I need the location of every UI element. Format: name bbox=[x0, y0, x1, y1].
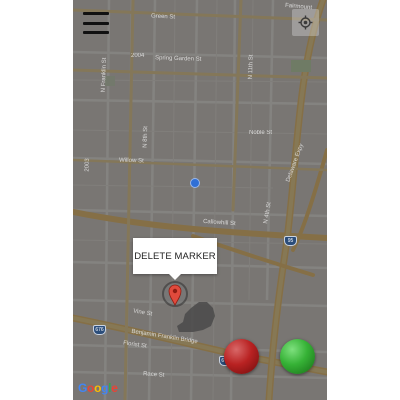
delete-marker-label: DELETE MARKER bbox=[134, 250, 216, 262]
google-letter: G bbox=[78, 381, 88, 395]
my-location-button[interactable] bbox=[292, 9, 319, 36]
route-label-2004: 2004 bbox=[131, 53, 145, 59]
menu-bar-bottom bbox=[83, 31, 109, 34]
street-label-green-st: Green St bbox=[150, 13, 176, 21]
crosshair-locate-icon bbox=[298, 15, 313, 30]
route-label-2003: 2003 bbox=[84, 158, 91, 172]
google-letter: e bbox=[111, 381, 118, 395]
street-label-n-franklin-st: N Franklin St bbox=[100, 57, 108, 93]
interstate-95-shield: 95 bbox=[284, 236, 297, 246]
menu-bar-middle bbox=[83, 21, 109, 25]
green-action-button[interactable] bbox=[280, 339, 315, 374]
current-location-dot bbox=[190, 178, 200, 188]
interstate-676-shield: 676 bbox=[93, 325, 106, 335]
red-action-button[interactable] bbox=[224, 339, 259, 374]
street-label-n-11th-st: N 11th St bbox=[247, 54, 255, 80]
delete-marker-button[interactable]: DELETE MARKER bbox=[133, 238, 217, 274]
street-label-willow-st: Willow St bbox=[118, 157, 144, 165]
hamburger-menu-icon[interactable] bbox=[83, 12, 109, 34]
google-logo: Google bbox=[78, 381, 118, 395]
street-label-noble-st: Noble St bbox=[249, 130, 273, 136]
menu-bar-top bbox=[83, 12, 109, 15]
street-label-n-8th-st: N 8th St bbox=[142, 126, 150, 148]
map-screen: Fairmount Green St 2004 Spring Garden St… bbox=[73, 0, 327, 400]
drag-hand-icon bbox=[177, 302, 215, 332]
